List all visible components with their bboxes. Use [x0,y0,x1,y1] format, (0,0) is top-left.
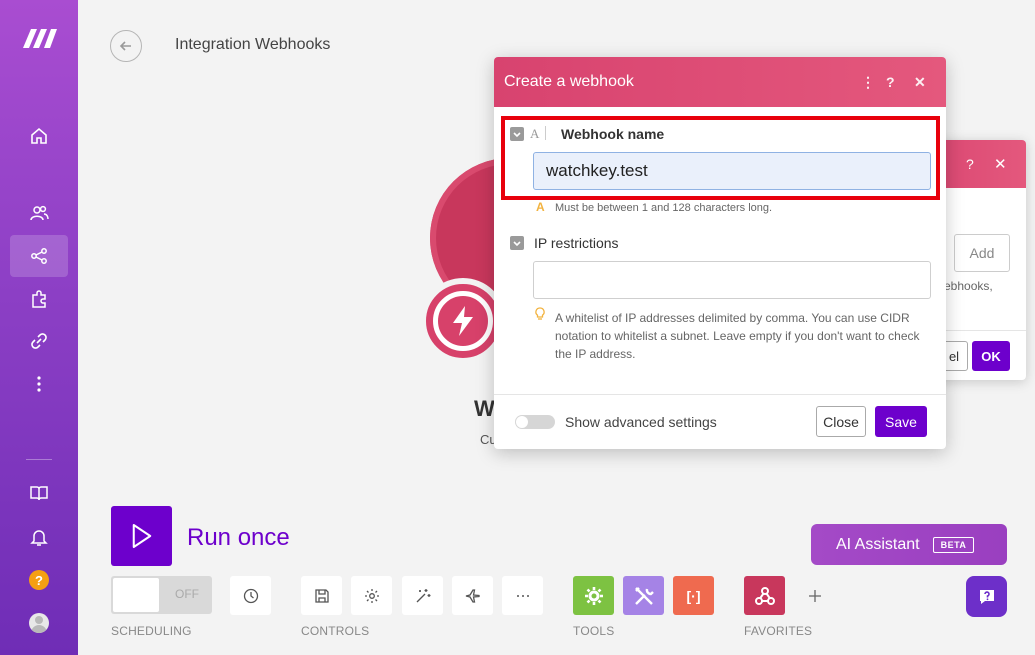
favorite-webhooks-button[interactable] [744,576,785,615]
dialog-footer [494,394,946,395]
share-icon[interactable] [10,235,68,277]
scenario-settings-button[interactable] [351,576,392,615]
page-title: Integration Webhooks [175,36,331,53]
gear-icon [364,588,379,603]
clock-icon [243,588,258,603]
help-icon[interactable]: ? [966,156,974,172]
advanced-settings-label: Show advanced settings [565,414,717,430]
dialog-header: Create a webhook ⋮ ? ✕ [494,57,946,107]
lightbulb-icon [535,307,545,320]
webhook-icon [754,586,775,605]
back-button[interactable] [110,30,142,62]
run-once-button[interactable] [111,506,172,566]
logo-icon[interactable] [22,26,58,50]
close-icon[interactable]: ✕ [914,74,926,91]
scheduling-state: OFF [175,587,199,601]
scheduling-toggle-knob [113,578,159,612]
puzzle-icon[interactable] [10,278,68,320]
arrow-left-icon [119,41,131,51]
scheduling-toggle[interactable]: OFF [111,576,212,614]
more-vertical-icon[interactable] [10,363,68,405]
link-icon[interactable] [10,320,68,362]
add-button[interactable]: Add [954,234,1010,272]
warning-icon: A [536,200,545,214]
help-icon[interactable]: ? [10,559,68,601]
ai-assistant-label: AI Assistant [836,535,920,553]
airplane-icon [465,588,480,603]
dialog-title: Create a webhook [504,73,634,90]
play-icon [132,523,151,549]
save-button[interactable]: Save [875,406,927,437]
webhook-settings-text: ebhooks, [944,279,993,293]
more-controls-button[interactable] [502,576,543,615]
ip-restrictions-input[interactable] [533,261,931,299]
tools-json-button[interactable]: [·] [673,576,714,615]
save-scenario-button[interactable] [301,576,342,615]
ok-button[interactable]: OK [972,341,1010,371]
close-icon[interactable]: ✕ [994,155,1007,173]
webhook-name-hint: Must be between 1 and 128 characters lon… [555,202,773,214]
favorites-label: FAVORITES [744,624,813,638]
help-icon[interactable]: ? [886,74,895,90]
beta-badge: BETA [932,536,975,553]
sidebar: ? [0,0,78,655]
magic-wand-icon [416,588,430,602]
ip-restrictions-help: A whitelist of IP addresses delimited by… [555,311,920,361]
bell-icon[interactable] [10,516,68,558]
ip-restrictions-label: IP restrictions [534,235,619,251]
chat-support-button[interactable] [966,576,1007,617]
add-favorite-button[interactable] [794,576,835,615]
more-vertical-icon[interactable]: ⋮ [861,74,875,91]
brackets-icon: [·] [686,587,701,604]
floppy-icon [314,588,329,603]
advanced-settings-toggle[interactable] [515,415,555,429]
gear-icon [584,586,603,605]
run-once-label[interactable]: Run once [187,524,290,552]
tools-flow-control-button[interactable] [573,576,614,615]
tools-icon [634,586,654,605]
webhook-name-highlight [501,116,940,200]
ip-restrictions-collapse-icon[interactable] [510,236,524,250]
controls-label: CONTROLS [301,624,370,638]
sidebar-divider [26,459,52,460]
scheduling-label: SCHEDULING [111,624,192,638]
tools-utilities-button[interactable] [623,576,664,615]
schedule-clock-button[interactable] [230,576,271,615]
auto-align-button[interactable] [402,576,443,615]
home-icon[interactable] [10,115,68,157]
more-horizontal-icon [516,594,529,597]
explain-flow-button[interactable] [452,576,493,615]
avatar-icon[interactable] [10,602,68,644]
users-icon[interactable] [10,192,68,234]
tools-label: TOOLS [573,624,615,638]
lightning-icon [453,306,473,336]
ai-assistant-button[interactable]: AI Assistant BETA [811,524,1007,565]
chat-help-icon [979,589,994,604]
book-icon[interactable] [10,472,68,514]
module-name: W [474,396,495,421]
plus-icon [808,589,821,602]
close-button[interactable]: Close [816,406,866,437]
